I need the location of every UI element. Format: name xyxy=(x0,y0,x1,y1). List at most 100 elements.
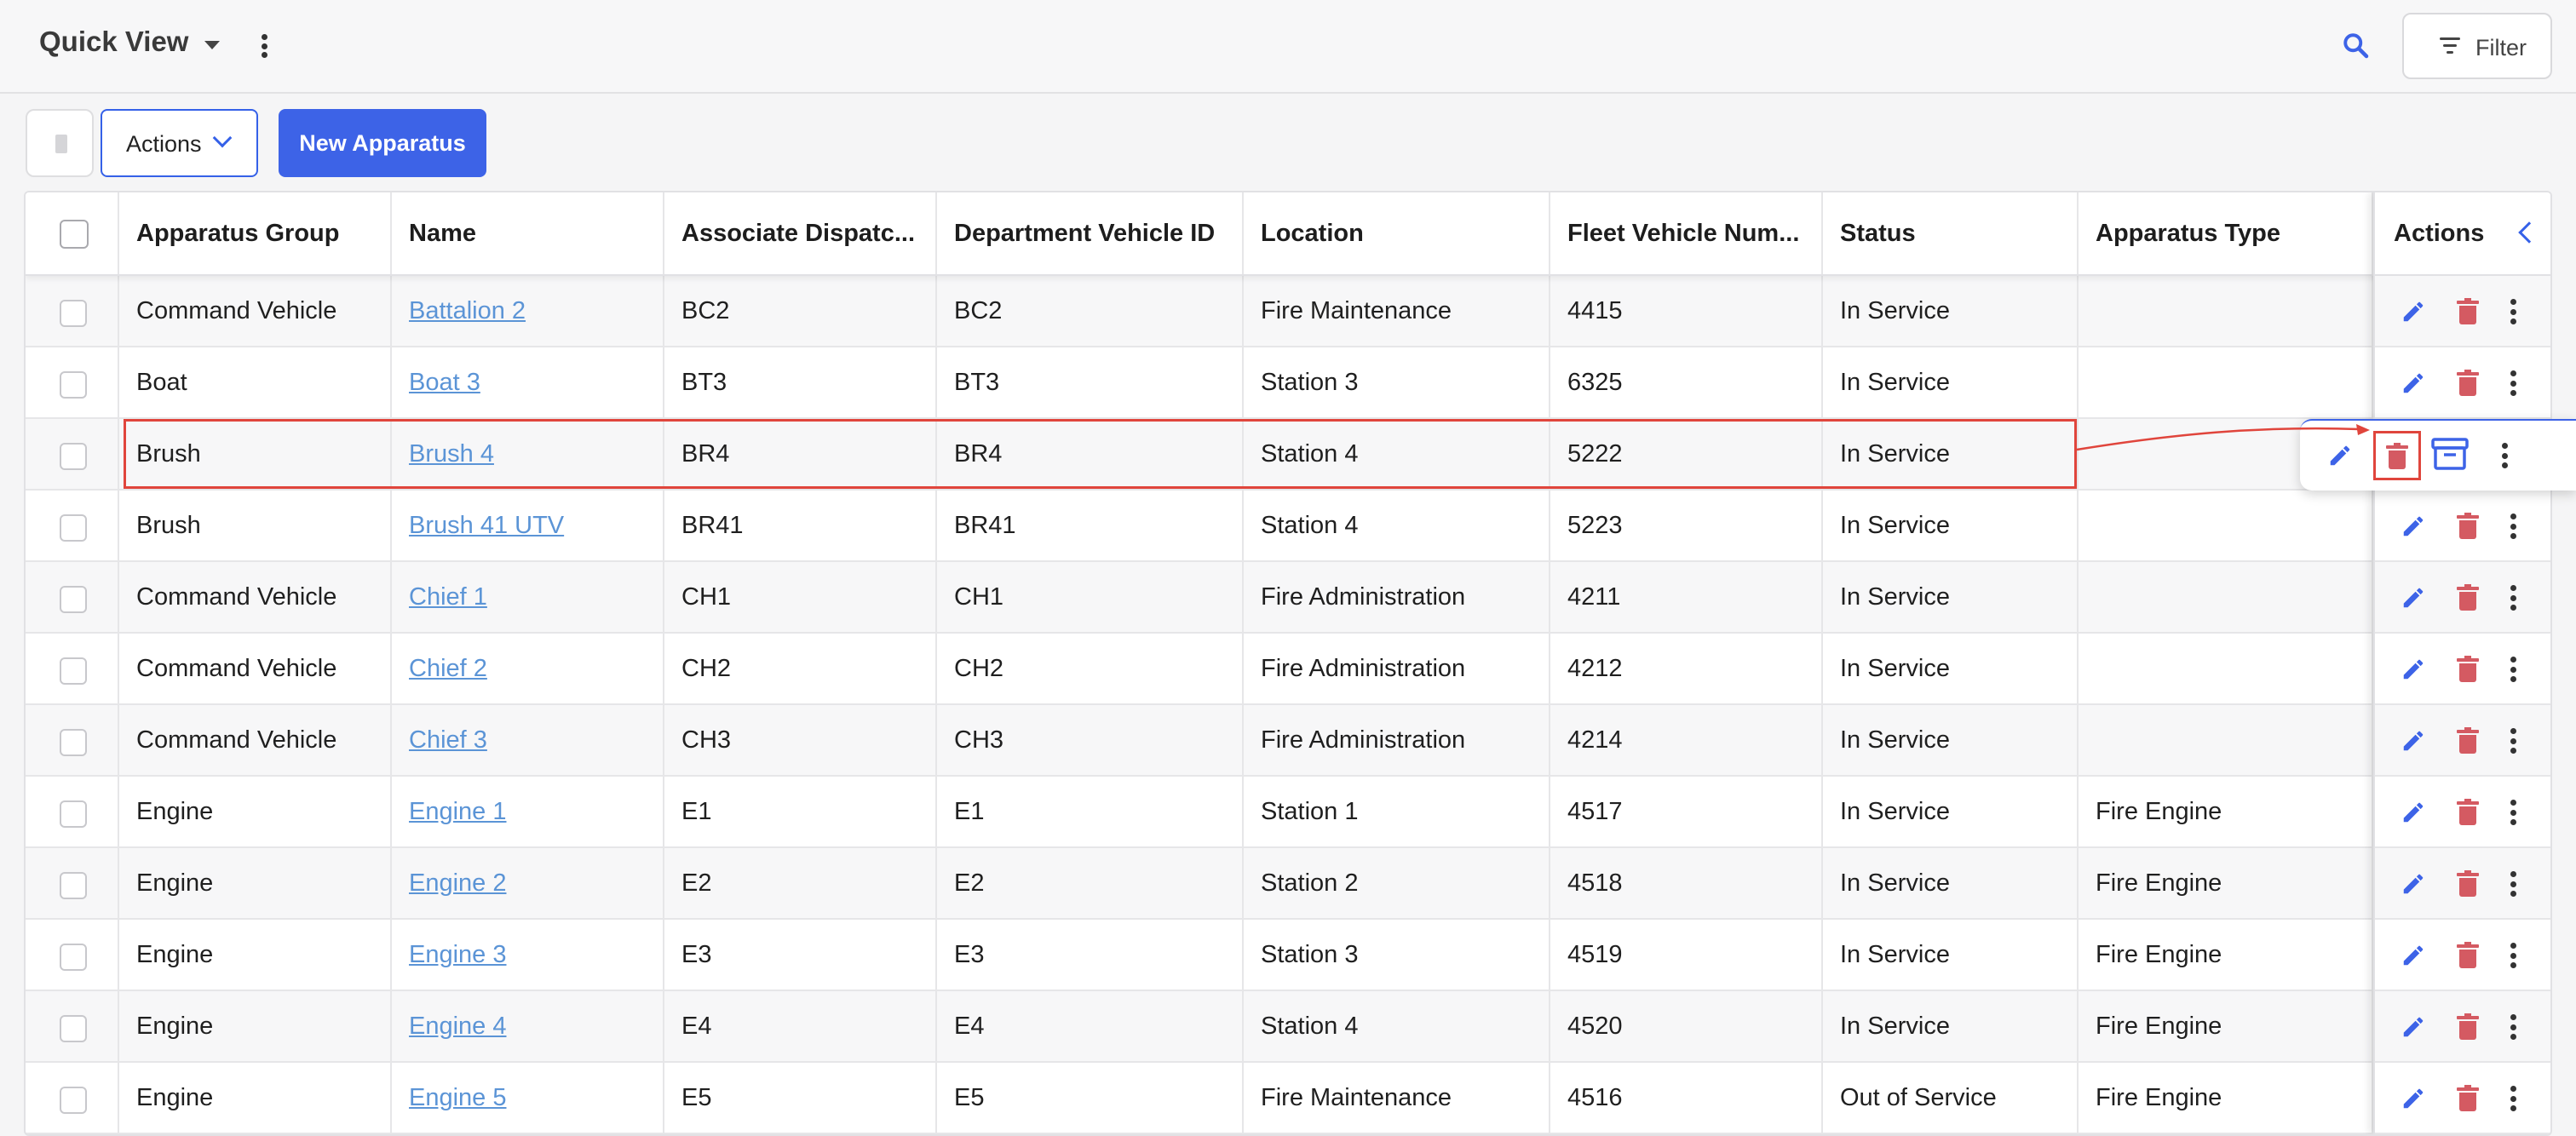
apparatus-name-link[interactable]: Chief 1 xyxy=(409,583,487,611)
edit-icon[interactable] xyxy=(2401,728,2426,754)
apparatus-name-link[interactable]: Engine 5 xyxy=(409,1084,507,1111)
trash-icon[interactable] xyxy=(2457,370,2479,396)
trash-icon[interactable] xyxy=(2457,942,2479,968)
trash-icon[interactable] xyxy=(2457,1013,2479,1040)
cell-dispatch: E3 xyxy=(664,920,937,990)
column-header-name[interactable]: Name xyxy=(392,192,664,274)
row-checkbox[interactable] xyxy=(60,1087,87,1114)
trash-icon[interactable] xyxy=(2457,799,2479,825)
row-checkbox[interactable] xyxy=(60,657,87,685)
edit-icon[interactable] xyxy=(2401,800,2426,825)
row-checkbox[interactable] xyxy=(60,443,87,470)
filter-button[interactable]: Filter xyxy=(2402,13,2552,79)
chevron-left-icon[interactable] xyxy=(2518,221,2540,244)
more-vertical-icon[interactable] xyxy=(2510,299,2516,324)
trash-icon[interactable] xyxy=(2457,513,2479,539)
new-apparatus-button[interactable]: New Apparatus xyxy=(279,109,486,177)
edit-icon[interactable] xyxy=(2401,370,2426,396)
view-title[interactable]: Quick View xyxy=(39,26,188,58)
more-vertical-icon[interactable] xyxy=(2510,728,2516,754)
apparatus-name-link[interactable]: Boat 3 xyxy=(409,369,480,396)
edit-icon[interactable] xyxy=(2401,871,2426,897)
cell-type xyxy=(2079,347,2373,417)
more-vertical-icon[interactable] xyxy=(2510,513,2516,539)
more-vertical-icon[interactable] xyxy=(2510,585,2516,611)
table-row[interactable]: Boat Boat 3 BT3 BT3 Station 3 6325 In Service xyxy=(26,347,2550,419)
row-actions xyxy=(2375,705,2550,777)
chevron-down-icon[interactable] xyxy=(204,41,220,49)
more-vertical-icon[interactable] xyxy=(2510,657,2516,682)
edit-icon[interactable] xyxy=(2401,585,2426,611)
cell-status: In Service xyxy=(1823,991,2079,1061)
apparatus-name-link[interactable]: Engine 4 xyxy=(409,1013,507,1040)
trash-icon[interactable] xyxy=(2457,1085,2479,1111)
trash-icon[interactable] xyxy=(2457,727,2479,754)
table-row[interactable]: Command Vehicle Chief 1 CH1 CH1 Fire Adminis… xyxy=(26,562,2550,634)
table-row[interactable]: Command Vehicle Chief 3 CH3 CH3 Fire Adminis… xyxy=(26,705,2550,777)
delete-button-highlighted[interactable] xyxy=(2373,431,2421,480)
row-checkbox[interactable] xyxy=(60,586,87,613)
column-header-location[interactable]: Location xyxy=(1244,192,1550,274)
row-checkbox[interactable] xyxy=(60,872,87,899)
table-row[interactable]: Engine Engine 3 E3 E3 Station 3 4519 In Servic… xyxy=(26,920,2550,991)
trash-icon xyxy=(55,135,67,153)
search-icon[interactable] xyxy=(2341,31,2372,61)
edit-icon[interactable] xyxy=(2401,513,2426,539)
row-checkbox[interactable] xyxy=(60,944,87,971)
cell-group: Engine xyxy=(119,848,392,918)
column-header-apparatus-group[interactable]: Apparatus Group xyxy=(119,192,392,274)
trash-icon[interactable] xyxy=(2457,584,2479,611)
more-vertical-icon[interactable] xyxy=(2510,871,2516,897)
more-vertical-icon[interactable] xyxy=(2510,943,2516,968)
actions-dropdown[interactable]: Actions xyxy=(101,109,258,177)
apparatus-name-link[interactable]: Battalion 2 xyxy=(409,297,526,324)
column-header-fleet-vehicle-number[interactable]: Fleet Vehicle Num... xyxy=(1550,192,1823,274)
table-row[interactable]: Engine Engine 4 E4 E4 Station 4 4520 In Servic… xyxy=(26,991,2550,1063)
row-checkbox[interactable] xyxy=(60,800,87,828)
select-all-checkbox[interactable] xyxy=(60,220,89,249)
more-vertical-icon[interactable] xyxy=(2510,1014,2516,1040)
more-vertical-icon[interactable] xyxy=(257,34,271,58)
cell-status: In Service xyxy=(1823,562,2079,632)
apparatus-name-link[interactable]: Brush 41 UTV xyxy=(409,512,564,539)
table-row[interactable]: Command Vehicle Battalion 2 BC2 BC2 Fire Mai… xyxy=(26,276,2550,347)
apparatus-name-link[interactable]: Engine 1 xyxy=(409,798,507,825)
bulk-delete-button[interactable] xyxy=(26,109,94,177)
column-header-associate-dispatch[interactable]: Associate Dispatc... xyxy=(664,192,937,274)
more-vertical-icon[interactable] xyxy=(2510,1086,2516,1111)
cell-status: In Service xyxy=(1823,705,2079,775)
trash-icon[interactable] xyxy=(2457,656,2479,682)
more-vertical-icon[interactable] xyxy=(2510,800,2516,825)
cell-name: Chief 3 xyxy=(392,705,664,775)
cell-name: Engine 4 xyxy=(392,991,664,1061)
column-header-status[interactable]: Status xyxy=(1823,192,2079,274)
table-row[interactable]: Brush Brush 41 UTV BR41 BR41 Station 4 5223 In… xyxy=(26,491,2550,562)
apparatus-name-link[interactable]: Engine 3 xyxy=(409,941,507,968)
edit-icon[interactable] xyxy=(2401,1086,2426,1111)
apparatus-name-link[interactable]: Chief 2 xyxy=(409,655,487,682)
row-checkbox[interactable] xyxy=(60,514,87,542)
more-vertical-icon[interactable] xyxy=(2501,443,2508,468)
row-checkbox[interactable] xyxy=(60,371,87,399)
archive-icon[interactable] xyxy=(2431,438,2469,470)
apparatus-name-link[interactable]: Chief 3 xyxy=(409,726,487,754)
row-checkbox[interactable] xyxy=(60,729,87,756)
row-checkbox[interactable] xyxy=(60,300,87,327)
table-row[interactable]: Engine Engine 5 E5 E5 Fire Maintenance 4516 Ou… xyxy=(26,1063,2550,1134)
table-row[interactable]: Command Vehicle Chief 2 CH2 CH2 Fire Adminis… xyxy=(26,634,2550,705)
table-row[interactable]: Engine Engine 1 E1 E1 Station 1 4517 In Servic… xyxy=(26,777,2550,848)
edit-icon[interactable] xyxy=(2401,1014,2426,1040)
edit-icon[interactable] xyxy=(2401,299,2426,324)
edit-icon[interactable] xyxy=(2401,943,2426,968)
more-vertical-icon[interactable] xyxy=(2510,370,2516,396)
edit-icon[interactable] xyxy=(2401,657,2426,682)
trash-icon[interactable] xyxy=(2457,298,2479,324)
table-row[interactable]: Engine Engine 2 E2 E2 Station 2 4518 In Servic… xyxy=(26,848,2550,920)
trash-icon[interactable] xyxy=(2457,870,2479,897)
row-checkbox[interactable] xyxy=(60,1015,87,1042)
select-all-cell xyxy=(26,192,119,274)
cell-name: Engine 5 xyxy=(392,1063,664,1133)
column-header-apparatus-type[interactable]: Apparatus Type xyxy=(2079,192,2373,274)
apparatus-name-link[interactable]: Engine 2 xyxy=(409,869,507,897)
column-header-department-vehicle-id[interactable]: Department Vehicle ID xyxy=(937,192,1244,274)
